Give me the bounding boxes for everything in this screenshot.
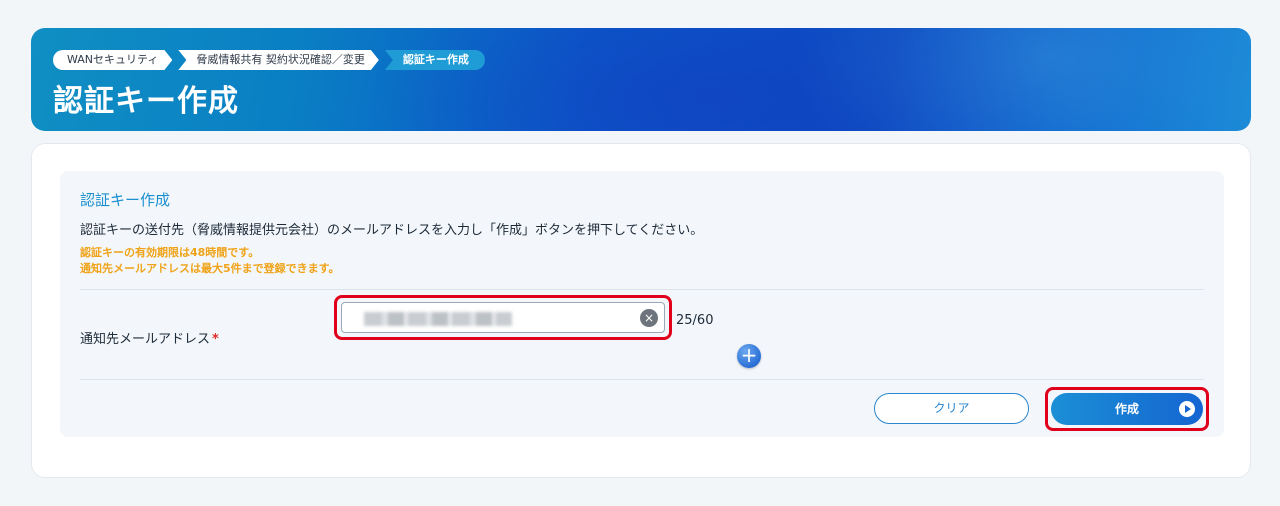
form-panel: 認証キー作成 認証キーの送付先（脅威情報提供元会社）のメールアドレスを入力し「作… (60, 171, 1224, 437)
play-icon (1179, 401, 1195, 417)
main-card: 認証キー作成 認証キーの送付先（脅威情報提供元会社）のメールアドレスを入力し「作… (31, 143, 1251, 478)
create-button-label: 作成 (1114, 402, 1139, 416)
required-mark: * (212, 332, 219, 347)
breadcrumb-item-wan-security[interactable]: WANセキュリティ (53, 50, 172, 70)
notes: 認証キーの有効期限は48時間です。 通知先メールアドレスは最大5件まで登録できま… (80, 245, 340, 277)
header-decoration-2 (791, 28, 1251, 131)
clear-button[interactable]: クリア (874, 393, 1029, 424)
create-button-highlight: 作成 (1045, 387, 1209, 431)
page-title: 認証キー作成 (53, 84, 239, 119)
breadcrumb-item-current: 認証キー作成 (384, 50, 485, 70)
add-email-button[interactable]: + (737, 344, 761, 368)
email-label-text: 通知先メールアドレス (80, 332, 211, 347)
breadcrumb: WANセキュリティ 脅威情報共有 契約状況確認／変更 認証キー作成 (53, 50, 491, 70)
page-header: WANセキュリティ 脅威情報共有 契約状況確認／変更 認証キー作成 認証キー作成 (31, 28, 1251, 131)
section-title: 認証キー作成 (80, 191, 171, 209)
divider-top (80, 289, 1204, 290)
section-description: 認証キーの送付先（脅威情報提供元会社）のメールアドレスを入力し「作成」ボタンを押… (80, 223, 704, 238)
email-input-highlight: × (334, 295, 672, 340)
email-input[interactable]: × (341, 302, 665, 333)
create-button[interactable]: 作成 (1051, 393, 1203, 425)
email-value-redacted (364, 312, 512, 326)
note-expiry: 認証キーの有効期限は48時間です。 (80, 246, 260, 259)
clear-input-icon[interactable]: × (640, 309, 658, 327)
char-counter: 25/60 (676, 313, 714, 328)
divider-bottom (80, 379, 1204, 380)
note-max-recipients: 通知先メールアドレスは最大5件まで登録できます。 (80, 262, 340, 275)
email-field-label: 通知先メールアドレス * (80, 328, 219, 347)
breadcrumb-item-contract-status[interactable]: 脅威情報共有 契約状況確認／変更 (178, 50, 379, 70)
